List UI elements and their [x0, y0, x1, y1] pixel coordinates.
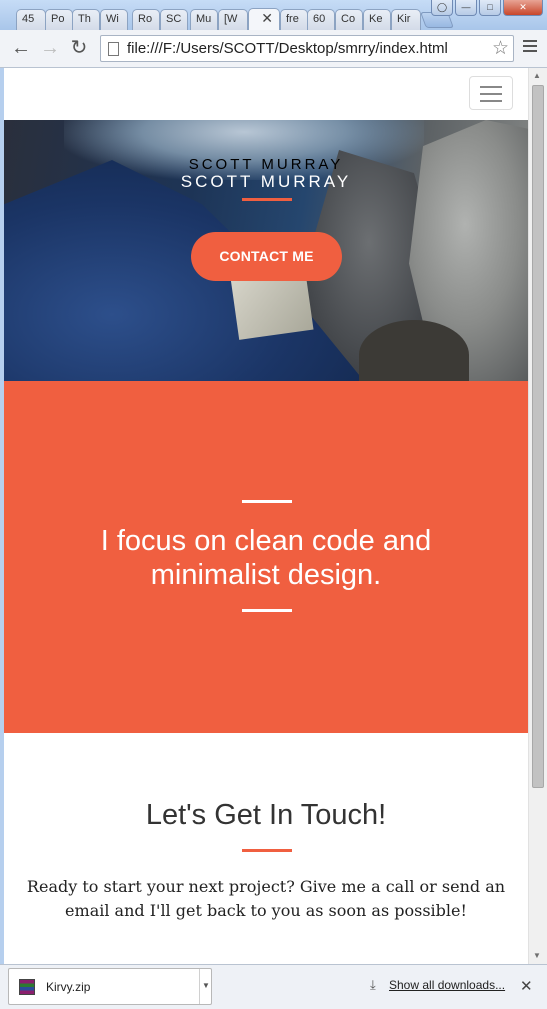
about-section: I focus on clean code and minimalist des…: [4, 381, 528, 733]
forward-arrow-icon[interactable]: →: [38, 38, 62, 60]
tab-label: 45: [22, 13, 35, 25]
tab[interactable]: 60: [307, 9, 335, 30]
download-item[interactable]: Kirvy.zip ▼: [8, 968, 212, 1005]
tab[interactable]: Po: [45, 9, 73, 30]
contact-me-button[interactable]: CONTACT ME: [191, 232, 342, 281]
user-icon[interactable]: ◯: [431, 0, 453, 16]
about-divider-top: [242, 500, 292, 503]
download-arrow-icon: ⤓: [370, 977, 376, 992]
window-controls: ◯ — □ ✕: [429, 0, 543, 16]
page-icon: [108, 42, 119, 56]
bookmark-star-icon[interactable]: ☆: [492, 37, 509, 60]
hamburger-menu-icon[interactable]: [469, 76, 513, 110]
tab[interactable]: Ke: [363, 9, 391, 30]
hero-divider: [242, 198, 292, 201]
tab[interactable]: [W: [218, 9, 248, 30]
tab-label: SC: [166, 13, 182, 25]
close-window-button[interactable]: ✕: [503, 0, 543, 16]
download-shelf: Kirvy.zip ▼ ⤓ Show all downloads... ✕: [0, 964, 547, 1009]
tab-active[interactable]: ✕: [248, 8, 280, 30]
tab-label: Co: [341, 13, 356, 25]
minimize-button[interactable]: —: [455, 0, 477, 16]
maximize-button[interactable]: □: [479, 0, 501, 16]
tab[interactable]: SC: [160, 9, 188, 30]
about-divider-bottom: [242, 609, 292, 612]
reload-icon[interactable]: ↻: [67, 38, 91, 60]
tab[interactable]: 45: [16, 9, 46, 30]
page-viewport: SCOTT MURRAY SCOTT MURRAY CONTACT ME I f…: [4, 68, 528, 964]
tab[interactable]: Wi: [100, 9, 128, 30]
tab-label: 60: [313, 13, 326, 25]
scrollbar-thumb[interactable]: [532, 85, 544, 788]
tab[interactable]: fre: [280, 9, 308, 30]
tab-label: Ro: [138, 13, 153, 25]
tab-label: fre: [286, 13, 299, 25]
contact-heading: Let's Get In Touch!: [145, 799, 387, 831]
site-navbar: [4, 68, 528, 120]
scroll-down-arrow-icon[interactable]: ▼: [533, 951, 541, 960]
browser-toolbar: ← → ↻ file:///F:/Users/SCOTT/Desktop/smr…: [0, 30, 547, 68]
tab-label: Kir: [397, 13, 411, 25]
tab[interactable]: Kir: [391, 9, 421, 30]
tab-strip: 45 Po Th Wi Ro SC Mu [W ✕ fre 60 Co Ke K…: [0, 0, 547, 30]
url-text[interactable]: file:///F:/Users/SCOTT/Desktop/smrry/ind…: [127, 40, 448, 57]
vertical-scrollbar[interactable]: ▲ ▼: [528, 68, 547, 964]
address-bar[interactable]: file:///F:/Users/SCOTT/Desktop/smrry/ind…: [100, 35, 514, 62]
show-all-downloads-link[interactable]: Show all downloads...: [389, 978, 505, 992]
contact-section: Let's Get In Touch! Ready to start your …: [4, 733, 528, 964]
contact-divider: [242, 849, 292, 852]
hero-title: SCOTT MURRAY: [180, 172, 352, 191]
tab-label: Wi: [106, 13, 119, 25]
archive-file-icon: [19, 979, 35, 995]
about-text: I focus on clean code and minimalist des…: [100, 525, 432, 591]
back-arrow-icon[interactable]: ←: [9, 38, 33, 60]
hero-title-shadow: SCOTT MURRAY: [188, 156, 344, 173]
scroll-up-arrow-icon[interactable]: ▲: [533, 71, 541, 80]
tab-label: [W: [224, 13, 238, 25]
tab-label: Ke: [369, 13, 383, 25]
browser-window: 45 Po Th Wi Ro SC Mu [W ✕ fre 60 Co Ke K…: [0, 0, 547, 1009]
tab-label: Po: [51, 13, 65, 25]
contact-text: Ready to start your next project? Give m…: [26, 877, 506, 920]
tab[interactable]: Mu: [190, 9, 218, 30]
hero-background-hat: [359, 320, 469, 381]
tab-label: Th: [78, 13, 91, 25]
tab[interactable]: Ro: [132, 9, 160, 30]
tab-label: Mu: [196, 13, 212, 25]
close-icon[interactable]: ✕: [520, 977, 533, 995]
tab[interactable]: Co: [335, 9, 363, 30]
download-file-name[interactable]: Kirvy.zip: [46, 980, 90, 994]
tab[interactable]: Th: [72, 9, 100, 30]
menu-icon[interactable]: [523, 40, 537, 56]
close-tab-icon[interactable]: ✕: [261, 9, 273, 28]
hero-section: SCOTT MURRAY SCOTT MURRAY CONTACT ME: [4, 120, 528, 381]
chevron-down-icon[interactable]: ▼: [199, 969, 212, 1004]
